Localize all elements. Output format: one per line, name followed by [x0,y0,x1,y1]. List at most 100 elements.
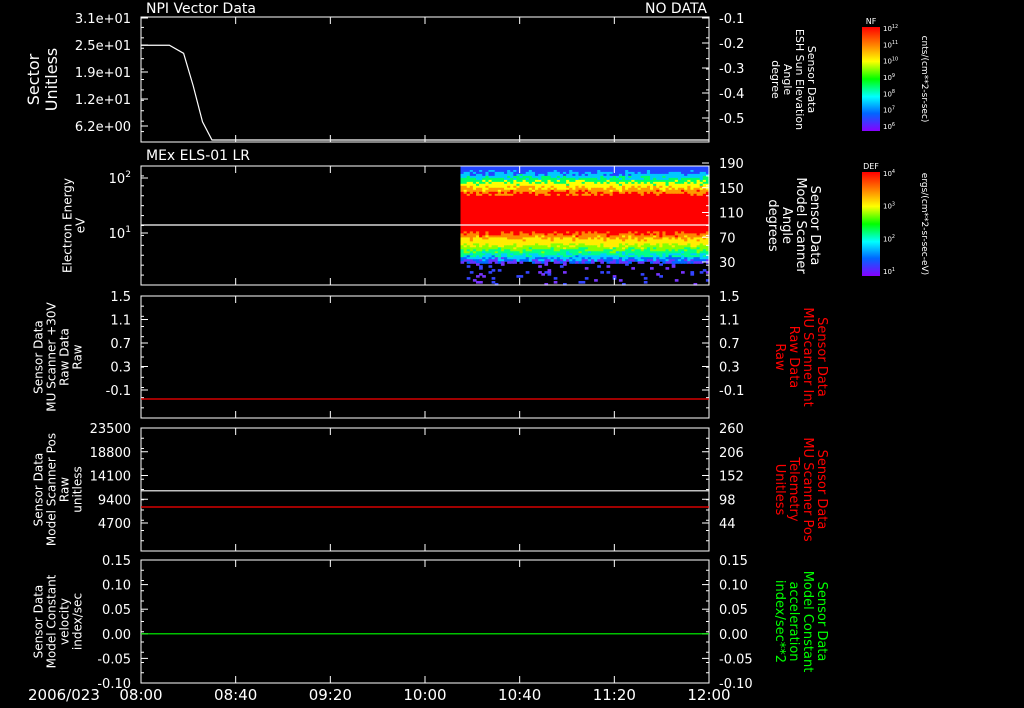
y-tick-label: 9400 [98,493,131,508]
y2-tick-label: 206 [719,446,744,461]
y2-tick-label: 152 [719,470,744,485]
y2-tick-label: 98 [719,493,736,508]
spectrogram-cell [469,271,474,274]
spectrogram-cell [600,271,604,274]
panel-frame [140,295,710,419]
spectrogram-cell [690,273,695,276]
series-line [140,44,709,141]
spectrogram-cell [479,281,483,284]
spectrogram-cell [525,271,530,274]
panel-title: NPI Vector Data [146,1,256,17]
spectrogram-cell [640,273,645,276]
y2-tick-label: -0.2 [719,37,744,52]
y2-axis-label: index/sec**2 [772,580,787,663]
y2-tick-label: 0.3 [719,361,740,376]
y2-tick-label: 150 [719,182,744,197]
spectrogram-cell [665,267,670,270]
spectrogram-cell [553,277,558,280]
y-tick-label: -0.05 [97,652,131,667]
y2-axis-label: degrees [765,199,780,252]
x-tick-label: 10:00 [403,686,446,704]
y2-tick-label: 44 [719,517,736,532]
y2-axis-label: Telemetry [786,456,801,521]
y-tick-label: 14100 [90,470,131,485]
spectrogram-cell [684,261,688,264]
panel-frame [140,16,710,143]
spectrogram-cell [631,267,635,270]
y2-tick-label: 110 [719,207,744,222]
spectrogram-cell [460,261,465,264]
x-tick-label: 08:40 [214,686,257,704]
y-tick-label: 0.3 [110,361,131,376]
y-tick-label: 1.5 [110,290,131,305]
y-tick-label: 4700 [98,517,131,532]
y-tick-label: 23500 [90,422,131,437]
y2-tick-label: 190 [719,157,744,172]
colorbar-label: DEF [863,162,879,171]
colorbar-tick-label: 1011 [883,40,898,49]
spectrogram-cell [563,271,567,274]
y2-axis-label: Angle [779,207,794,244]
spectrogram-cell [538,265,542,268]
colorbar [862,172,880,276]
date-label: 2006/023 [28,686,100,704]
y2-tick-label: 0.7 [719,337,740,352]
colorbar [862,27,880,131]
colorbar-tick-label: 106 [883,122,895,131]
spectrogram-cell [488,265,493,268]
y-tick-label: 1.2e+01 [75,93,131,108]
y2-tick-label: 30 [719,256,736,271]
y2-tick-label: -0.1 [719,12,744,27]
y-axis-label: Raw [58,477,72,502]
colorbar-units: ergs/(cm**2-sr-sec-eV) [919,173,929,275]
y-tick-label: 102 [109,170,131,187]
y2-axis-label: Raw [772,343,787,371]
y-axis-label: Raw Data [58,328,72,386]
spectrogram-cell [606,271,611,274]
y-tick-label: 0.05 [102,603,131,618]
colorbar-tick-label: 1012 [883,24,898,33]
spectrogram-cell [659,275,663,278]
y2-axis-label: Unitless [772,464,787,516]
spectrogram-cell [519,275,524,278]
y-axis-label: Sector [24,53,43,105]
no-data-status: NO DATA [645,1,707,17]
spectrogram-cell [618,279,623,282]
y-tick-label: 101 [109,225,131,242]
y2-axis-label: Model Constant [800,571,815,673]
y2-axis-label: Sensor Data [814,450,829,530]
y-axis-label: eV [74,217,88,233]
colorbar-tick-label: 103 [883,202,895,211]
y2-tick-label: -0.3 [719,62,744,77]
y-axis-label: Electron Energy [61,178,75,273]
y2-axis-label: acceleration [786,581,801,661]
colorbar-tick-label: 107 [883,106,895,115]
multi-panel-plot: 3.1e+01 2.5e+01 1.9e+01 1.2e+01 6.2e+00 -0.1 -… [24,1,929,704]
y-axis-label: MU Scanner +30V [45,302,59,412]
colorbar-tick-label: 101 [883,267,895,276]
x-tick-label: 09:20 [309,686,352,704]
colorbar-label: NF [866,17,877,26]
spectrogram-cell [482,261,486,264]
y2-axis-label: Model Scanner [793,177,808,274]
colorbar-tick-label: 109 [883,73,895,82]
y2-axis-label: MU Scanner Pos [800,437,815,542]
spectrogram-cell [500,263,505,266]
y2-tick-label: 0.10 [719,579,748,594]
colorbar-tick-label: 108 [883,89,895,98]
spectrogram-cell [491,277,496,280]
y-tick-label: 1.9e+01 [75,66,131,81]
spectrogram-cell [597,265,601,268]
colorbar-tick-label: 102 [883,234,895,243]
y-axis-label: Unitless [42,48,61,112]
spectrogram-cell [640,261,645,264]
spectrogram-cell [600,261,604,264]
spectrogram-cell [643,281,648,284]
spectrogram-cell [625,263,629,266]
spectrogram-cell [594,279,598,282]
spectrogram-cell [497,269,502,272]
y-axis-label: Model Scanner Pos [45,433,59,546]
y2-axis-label: Raw Data [786,326,801,389]
y2-tick-label: -0.5 [719,112,744,127]
spectrogram-cell [535,261,539,264]
